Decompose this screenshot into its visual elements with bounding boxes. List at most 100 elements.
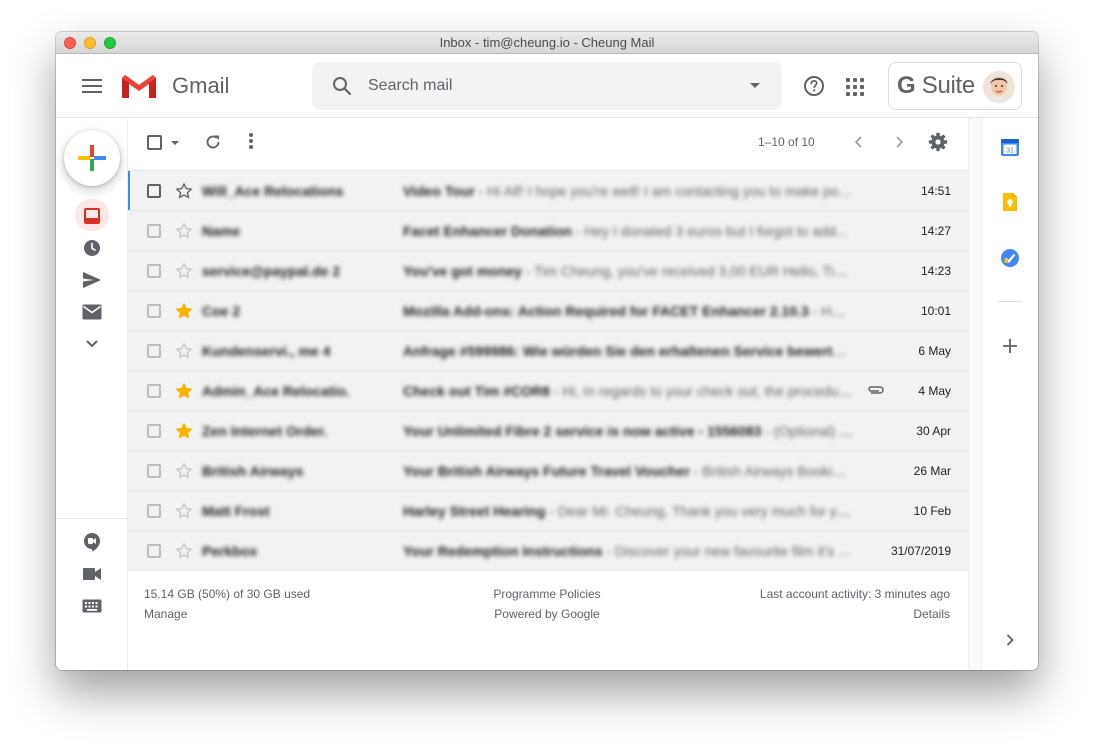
search-input[interactable] bbox=[368, 77, 728, 95]
help-icon[interactable] bbox=[802, 74, 826, 98]
more-actions-icon[interactable] bbox=[249, 133, 253, 151]
email-date: 10:01 bbox=[920, 304, 951, 318]
email-select-checkbox[interactable] bbox=[147, 344, 161, 358]
older-page-chevron-icon[interactable] bbox=[890, 133, 908, 151]
email-snippet: - Hello... bbox=[812, 303, 853, 319]
email-row[interactable]: Perkbox Your Redemption Instructions - Di… bbox=[128, 531, 968, 571]
email-content: Anfrage #599986: Wie würden Sie den erha… bbox=[403, 343, 853, 359]
email-sender: Perkbox bbox=[202, 543, 258, 559]
email-snippet: - Tim Cheung, you've received 3,00 EUR H… bbox=[521, 263, 853, 279]
email-select-checkbox[interactable] bbox=[147, 504, 161, 518]
email-content: Your Redemption Instructions - Discover … bbox=[403, 543, 853, 559]
email-subject: Your British Airways Future Travel Vouch… bbox=[403, 463, 690, 479]
apps-grid-icon[interactable] bbox=[846, 78, 864, 96]
email-subject: Check out Tim #COR8 bbox=[403, 383, 550, 399]
email-content: Video Tour - Hi Alf! I hope you're well!… bbox=[403, 183, 853, 199]
inbox-nav-button[interactable] bbox=[80, 204, 104, 228]
compose-button[interactable] bbox=[64, 130, 120, 186]
sent-icon bbox=[83, 272, 101, 288]
star-outline-icon[interactable] bbox=[175, 342, 193, 360]
maximize-window-button[interactable] bbox=[104, 37, 116, 49]
main-menu-button[interactable] bbox=[80, 76, 104, 96]
select-all-checkbox[interactable] bbox=[147, 135, 162, 150]
select-options-caret-icon[interactable] bbox=[171, 141, 179, 145]
pagination-text: 1–10 of 10 bbox=[758, 135, 815, 149]
search-bar[interactable] bbox=[312, 62, 782, 110]
settings-gear-icon[interactable] bbox=[928, 132, 948, 152]
avatar[interactable] bbox=[983, 71, 1015, 103]
email-select-checkbox[interactable] bbox=[147, 544, 161, 558]
email-sender: Name bbox=[202, 223, 241, 239]
email-select-checkbox[interactable] bbox=[147, 264, 161, 278]
email-subject: Mozilla Add-ons: Action Required for FAC… bbox=[403, 303, 809, 319]
keyboard-button[interactable] bbox=[80, 594, 104, 618]
star-outline-icon[interactable] bbox=[175, 182, 193, 200]
refresh-icon[interactable] bbox=[204, 133, 222, 151]
email-date: 10 Feb bbox=[913, 504, 951, 518]
all-mail-nav-button[interactable] bbox=[80, 300, 104, 324]
attachment-paperclip-icon bbox=[868, 386, 884, 394]
email-row[interactable]: British Airways Your British Airways Futu… bbox=[128, 451, 968, 491]
email-row[interactable]: service@paypal.de 2 You've got money - Ti… bbox=[128, 251, 968, 291]
powered-by-text: Powered by Google bbox=[494, 607, 600, 621]
email-sender: service@paypal.de 2 bbox=[202, 263, 341, 279]
tasks-icon[interactable] bbox=[1000, 248, 1020, 268]
more-nav-button[interactable] bbox=[80, 332, 104, 356]
email-row[interactable]: Will_Ace Relocations Video Tour - Hi Alf!… bbox=[128, 171, 968, 211]
email-select-checkbox[interactable] bbox=[147, 224, 161, 238]
email-row[interactable]: Admin_Ace Relocatio. Check out Tim #COR8 … bbox=[128, 371, 968, 411]
star-outline-icon[interactable] bbox=[175, 502, 193, 520]
star-outline-icon[interactable] bbox=[175, 462, 193, 480]
email-select-checkbox[interactable] bbox=[147, 384, 161, 398]
keyboard-icon bbox=[82, 599, 102, 613]
minimize-window-button[interactable] bbox=[84, 37, 96, 49]
email-date: 14:23 bbox=[920, 264, 951, 278]
snoozed-nav-button[interactable] bbox=[80, 236, 104, 260]
close-window-button[interactable] bbox=[64, 37, 76, 49]
expand-panel-chevron-icon[interactable] bbox=[1002, 632, 1018, 648]
list-toolbar: 1–10 of 10 bbox=[128, 118, 968, 166]
email-select-checkbox[interactable] bbox=[147, 304, 161, 318]
activity-details-link[interactable]: Details bbox=[913, 604, 950, 624]
last-activity-text: Last account activity: 3 minutes ago bbox=[759, 587, 950, 601]
star-filled-icon[interactable] bbox=[175, 382, 193, 400]
compose-icon bbox=[78, 145, 106, 171]
star-outline-icon[interactable] bbox=[175, 262, 193, 280]
star-filled-icon[interactable] bbox=[175, 422, 193, 440]
video-call-button[interactable] bbox=[80, 562, 104, 586]
sent-nav-button[interactable] bbox=[80, 268, 104, 292]
calendar-icon[interactable]: 31 bbox=[1000, 137, 1020, 157]
email-sender: Kundenservi., me 4 bbox=[202, 343, 331, 359]
star-outline-icon[interactable] bbox=[175, 222, 193, 240]
email-snippet: - British Airways Booking ... bbox=[689, 463, 853, 479]
email-row[interactable]: Coe 2 Mozilla Add-ons: Action Required fo… bbox=[128, 291, 968, 331]
email-row[interactable]: Kundenservi., me 4 Anfrage #599986: Wie w… bbox=[128, 331, 968, 371]
email-select-checkbox[interactable] bbox=[147, 184, 161, 198]
video-icon bbox=[83, 568, 101, 580]
email-select-checkbox[interactable] bbox=[147, 424, 161, 438]
gmail-logo-text[interactable]: Gmail bbox=[172, 73, 229, 99]
keep-icon[interactable] bbox=[1000, 192, 1020, 212]
email-row[interactable]: Matt Frost Harley Street Hearing - Dear M… bbox=[128, 491, 968, 531]
search-options-caret-icon[interactable] bbox=[750, 83, 760, 88]
email-snippet: - Hi, In regards to your check out, the … bbox=[549, 383, 853, 399]
email-subject: Your Redemption Instructions bbox=[403, 543, 603, 559]
gmail-logo-icon[interactable] bbox=[120, 72, 158, 100]
email-select-checkbox[interactable] bbox=[147, 464, 161, 478]
email-sender: Will_Ace Relocations bbox=[202, 183, 344, 199]
search-icon[interactable] bbox=[330, 74, 354, 98]
add-addon-icon[interactable] bbox=[1000, 336, 1020, 356]
email-date: 4 May bbox=[918, 384, 951, 398]
email-date: 31/07/2019 bbox=[890, 544, 951, 558]
addons-side-panel: 31 bbox=[982, 118, 1038, 670]
email-content: You've got money - Tim Cheung, you've re… bbox=[403, 263, 853, 279]
gsuite-account-button[interactable]: G Suite bbox=[888, 62, 1022, 110]
hangouts-button[interactable] bbox=[80, 530, 104, 554]
newer-page-chevron-icon[interactable] bbox=[850, 133, 868, 151]
star-outline-icon[interactable] bbox=[175, 542, 193, 560]
left-rail bbox=[56, 118, 128, 670]
email-subject: Facet Enhancer Donation bbox=[403, 223, 572, 239]
star-filled-icon[interactable] bbox=[175, 302, 193, 320]
email-row[interactable]: Name Facet Enhancer Donation - Hey I dona… bbox=[128, 211, 968, 251]
email-row[interactable]: Zen Internet Order. Your Unlimited Fibre … bbox=[128, 411, 968, 451]
